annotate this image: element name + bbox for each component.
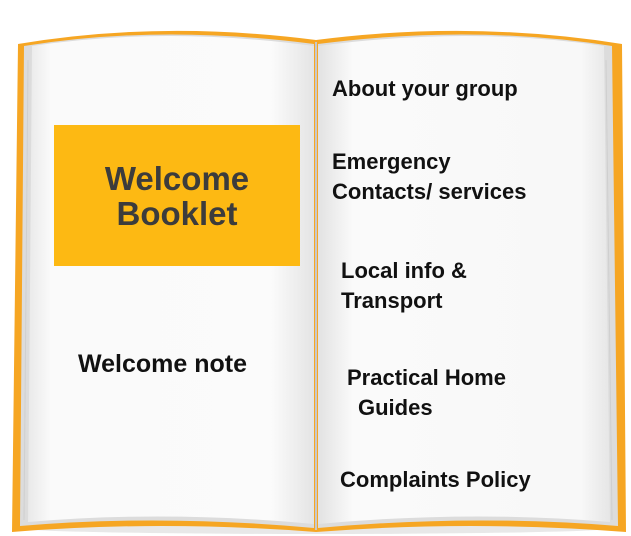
- title-line-1: Welcome: [104, 159, 250, 197]
- toc-line: Complaints Policy: [340, 467, 531, 492]
- toc-line: Contacts/ services: [332, 179, 527, 204]
- title-line-2: Booklet: [116, 194, 238, 232]
- toc-item-emergency: Emergency Contacts/ services: [332, 147, 526, 207]
- toc-line: About your group: [332, 76, 518, 101]
- toc-line: Transport: [341, 288, 443, 313]
- toc-line: Emergency: [332, 149, 451, 174]
- toc-line: Local info &: [341, 258, 467, 283]
- toc-item-local-info: Local info & Transport: [341, 256, 467, 316]
- right-page: About your group Emergency Contacts/ ser…: [316, 0, 631, 536]
- toc-line: Guides: [358, 395, 433, 420]
- title-box: Welcome Booklet: [54, 125, 300, 266]
- toc-item-practical-home: Practical Home Guides: [347, 363, 506, 423]
- welcome-note: Welcome note: [78, 350, 248, 378]
- left-page: Welcome Booklet Welcome note: [0, 0, 316, 536]
- open-book: Welcome Booklet Welcome note About your …: [0, 0, 631, 536]
- toc-item-complaints: Complaints Policy: [340, 465, 531, 495]
- toc-item-about: About your group: [332, 74, 518, 104]
- toc-line: Practical Home: [347, 365, 506, 390]
